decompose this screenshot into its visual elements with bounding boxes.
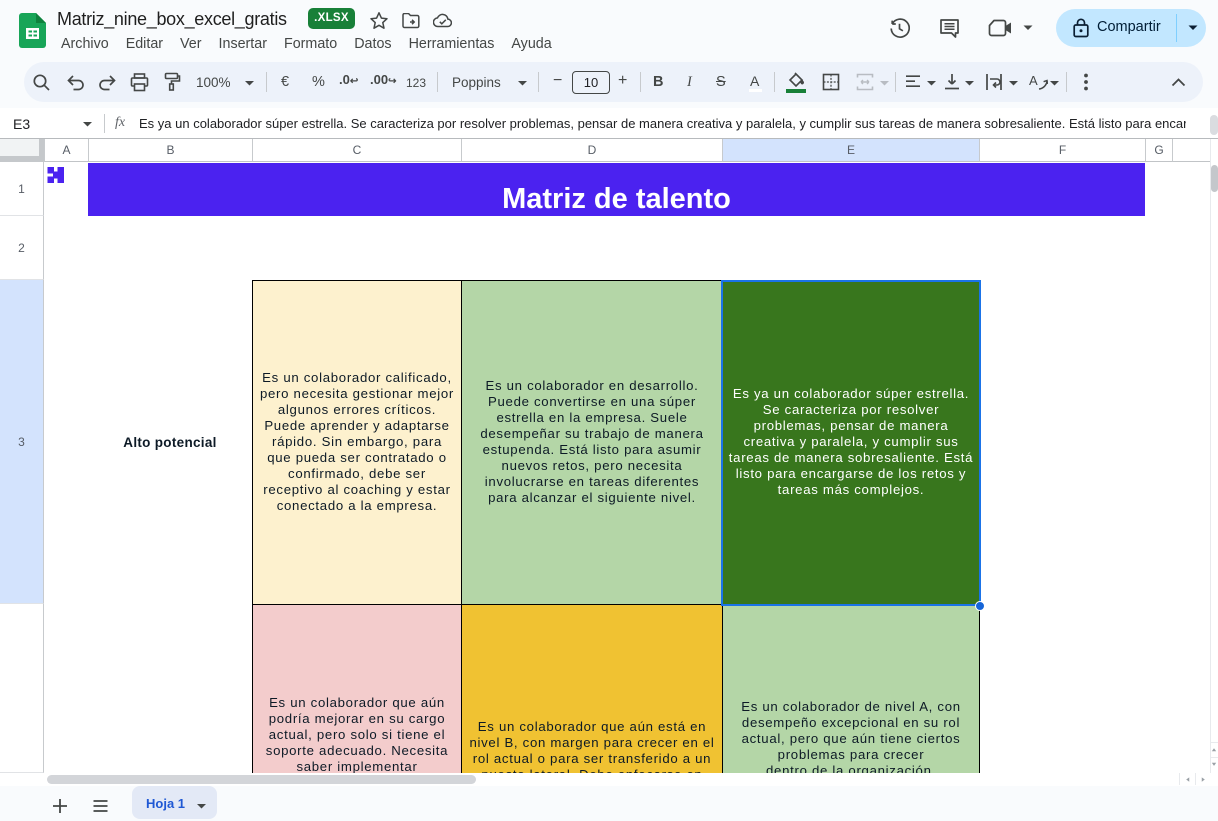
svg-text:A: A [1029,73,1038,88]
